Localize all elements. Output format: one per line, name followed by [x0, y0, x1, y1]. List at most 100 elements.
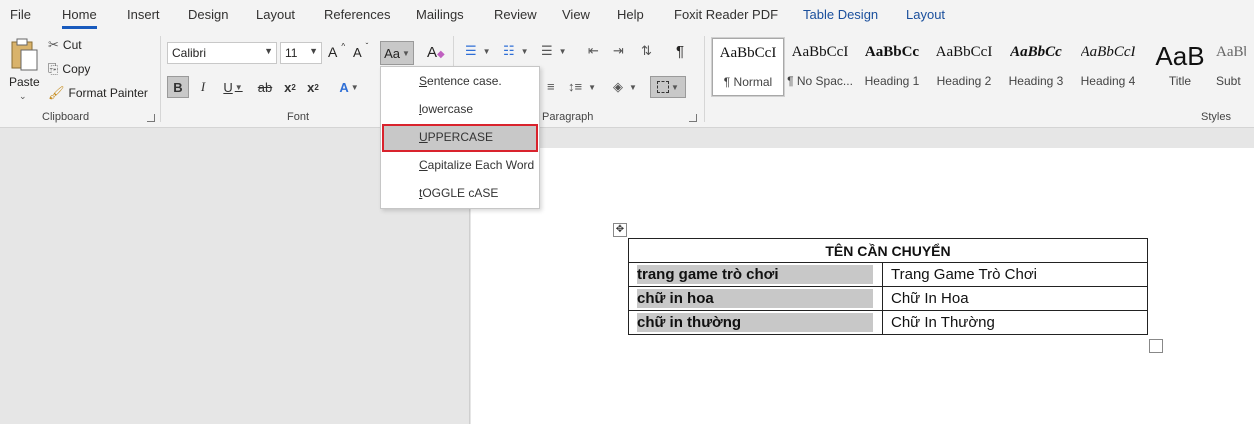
- format-painter-button[interactable]: 🖌 Format Painter: [48, 86, 148, 101]
- font-size-select[interactable]: 11 ▼: [280, 42, 322, 64]
- line-spacing-button[interactable]: ↕≡ ▼: [568, 80, 596, 94]
- style-heading-1[interactable]: AaBbCc Heading 1: [856, 38, 928, 96]
- format-painter-label: Format Painter: [68, 86, 148, 100]
- strikethrough-button[interactable]: ab: [254, 76, 276, 98]
- numbered-list-icon: ☷: [503, 43, 515, 58]
- style-name: Title: [1168, 74, 1192, 88]
- sort-icon: ⇅: [641, 43, 652, 58]
- bold-button[interactable]: B: [167, 76, 189, 98]
- tab-file[interactable]: File: [10, 7, 31, 22]
- justify-icon: ≡: [547, 79, 555, 94]
- style-title[interactable]: AaB Title: [1144, 38, 1216, 96]
- font-family-select[interactable]: Calibri ▼: [167, 42, 277, 64]
- sort-button[interactable]: ⇅: [641, 44, 652, 58]
- style-subtitle[interactable]: AaBbC Subt: [1216, 38, 1246, 96]
- style-no-spacing[interactable]: AaBbCcI ¶ No Spac...: [784, 38, 856, 96]
- tab-layout[interactable]: Layout: [256, 7, 295, 22]
- table-cell[interactable]: trang game trò chơi: [628, 262, 883, 287]
- tab-review[interactable]: Review: [494, 7, 537, 22]
- menu-item-label: PPERCASE: [427, 130, 494, 144]
- style-sample: AaBbCcI: [1080, 44, 1136, 60]
- table-cell[interactable]: chữ in hoa: [628, 286, 883, 311]
- show-formatting-button[interactable]: ¶: [676, 43, 684, 60]
- numbering-button[interactable]: ☷ ▼: [503, 44, 529, 58]
- increase-indent-button[interactable]: ⇥: [613, 44, 624, 58]
- bullets-button[interactable]: ☰ ▼: [465, 44, 491, 58]
- tab-insert[interactable]: Insert: [127, 7, 160, 22]
- menu-item-sentence-case[interactable]: Sentence case.: [419, 74, 502, 88]
- style-name: Heading 1: [864, 74, 920, 88]
- table-header-row: TÊN CẦN CHUYỂN: [628, 238, 1148, 263]
- style-name: Heading 4: [1080, 74, 1136, 88]
- decrease-indent-button[interactable]: ⇤: [588, 44, 599, 58]
- menu-item-lowercase[interactable]: lowercase: [419, 102, 473, 116]
- change-case-button[interactable]: Aa ▼: [380, 41, 414, 65]
- text-effects-icon: A: [339, 79, 349, 95]
- menu-item-label: apitalize Each Word: [427, 158, 535, 172]
- style-heading-2[interactable]: AaBbCcI Heading 2: [928, 38, 1000, 96]
- table-row: chữ in hoa Chữ In Hoa: [628, 286, 1148, 311]
- paint-bucket-icon: ◈: [613, 79, 623, 94]
- tab-view[interactable]: View: [562, 7, 590, 22]
- menu-item-capitalize-each-word[interactable]: Capitalize Each Word: [419, 158, 534, 172]
- tab-table-design[interactable]: Table Design: [803, 7, 878, 22]
- table-move-icon[interactable]: ✥: [613, 223, 627, 237]
- table-resize-handle[interactable]: [1149, 339, 1163, 353]
- copy-button[interactable]: ⎘ Copy: [48, 62, 90, 77]
- table-cell[interactable]: chữ in thường: [628, 310, 883, 335]
- style-normal[interactable]: AaBbCcI ¶ Normal: [711, 37, 785, 97]
- tab-home[interactable]: Home: [62, 7, 97, 29]
- grow-font-icon: A: [328, 44, 338, 60]
- cut-button[interactable]: ✂ Cut: [48, 38, 82, 53]
- superscript-button[interactable]: x2: [304, 76, 322, 98]
- table-header-cell[interactable]: TÊN CẦN CHUYỂN: [628, 238, 1148, 263]
- accelerator-key: S: [419, 74, 428, 88]
- change-case-menu: Sentence case. lowercase UPPERCASE Capit…: [380, 66, 540, 209]
- paragraph-launcher-icon[interactable]: [689, 114, 697, 122]
- clear-formatting-button[interactable]: A◆: [427, 44, 445, 61]
- chevron-down-icon: ▼: [588, 82, 597, 92]
- tab-foxit-reader-pdf[interactable]: Foxit Reader PDF: [674, 7, 778, 22]
- italic-button[interactable]: I: [193, 76, 213, 98]
- shading-button[interactable]: ◈ ▼: [613, 80, 637, 94]
- text-effects-button[interactable]: A ▼: [334, 76, 364, 98]
- chevron-down-icon: ▼: [520, 46, 529, 56]
- menu-item-uppercase[interactable]: UPPERCASE: [419, 130, 493, 144]
- accelerator-key: C: [419, 158, 428, 172]
- subscript-button[interactable]: x2: [281, 76, 299, 98]
- chevron-down-icon: ▼: [629, 82, 637, 92]
- cut-label: Cut: [62, 38, 82, 52]
- style-sample: AaBbCcI: [791, 44, 849, 60]
- shrink-font-button[interactable]: Aˇ: [353, 42, 368, 60]
- tab-table-layout[interactable]: Layout: [906, 7, 945, 22]
- table-cell[interactable]: Chữ In Hoa: [882, 286, 1148, 311]
- justify-button[interactable]: ≡: [547, 80, 555, 94]
- borders-button[interactable]: ▼: [650, 76, 686, 98]
- tab-help[interactable]: Help: [617, 7, 644, 22]
- chevron-down-icon: ▼: [309, 46, 318, 56]
- grow-font-button[interactable]: A ^: [328, 42, 345, 61]
- italic-icon: I: [200, 79, 206, 94]
- style-sample: AaBbC: [1216, 44, 1246, 60]
- divider: [704, 36, 705, 122]
- paste-button[interactable]: Paste ⌄: [6, 36, 40, 106]
- chevron-down-icon: ▼: [234, 82, 243, 92]
- style-heading-3[interactable]: AaBbCc Heading 3: [1000, 38, 1072, 96]
- chevron-down-icon: ⌄: [19, 91, 27, 101]
- clipboard-launcher-icon[interactable]: [147, 114, 155, 122]
- styles-gallery: AaBbCcI ¶ Normal AaBbCcI ¶ No Spac... Aa…: [711, 37, 1254, 100]
- tab-references[interactable]: References: [324, 7, 390, 22]
- menu-item-label: OGGLE cASE: [422, 186, 499, 200]
- clear-formatting-icon: A◆: [427, 44, 445, 61]
- table-cell[interactable]: Chữ In Thường: [882, 310, 1148, 335]
- paragraph-group-label: Paragraph: [542, 111, 594, 123]
- table-cell[interactable]: Trang Game Trò Chơi: [882, 262, 1148, 287]
- underline-button[interactable]: U ▼: [217, 76, 249, 98]
- style-heading-4[interactable]: AaBbCcI Heading 4: [1072, 38, 1144, 96]
- tab-design[interactable]: Design: [188, 7, 228, 22]
- tab-mailings[interactable]: Mailings: [416, 7, 464, 22]
- paste-label: Paste: [9, 75, 40, 89]
- multilevel-list-button[interactable]: ☰ ▼: [541, 44, 567, 58]
- menu-item-toggle-case[interactable]: tOGGLE cASE: [419, 186, 498, 200]
- table-row: chữ in thường Chữ In Thường: [628, 310, 1148, 335]
